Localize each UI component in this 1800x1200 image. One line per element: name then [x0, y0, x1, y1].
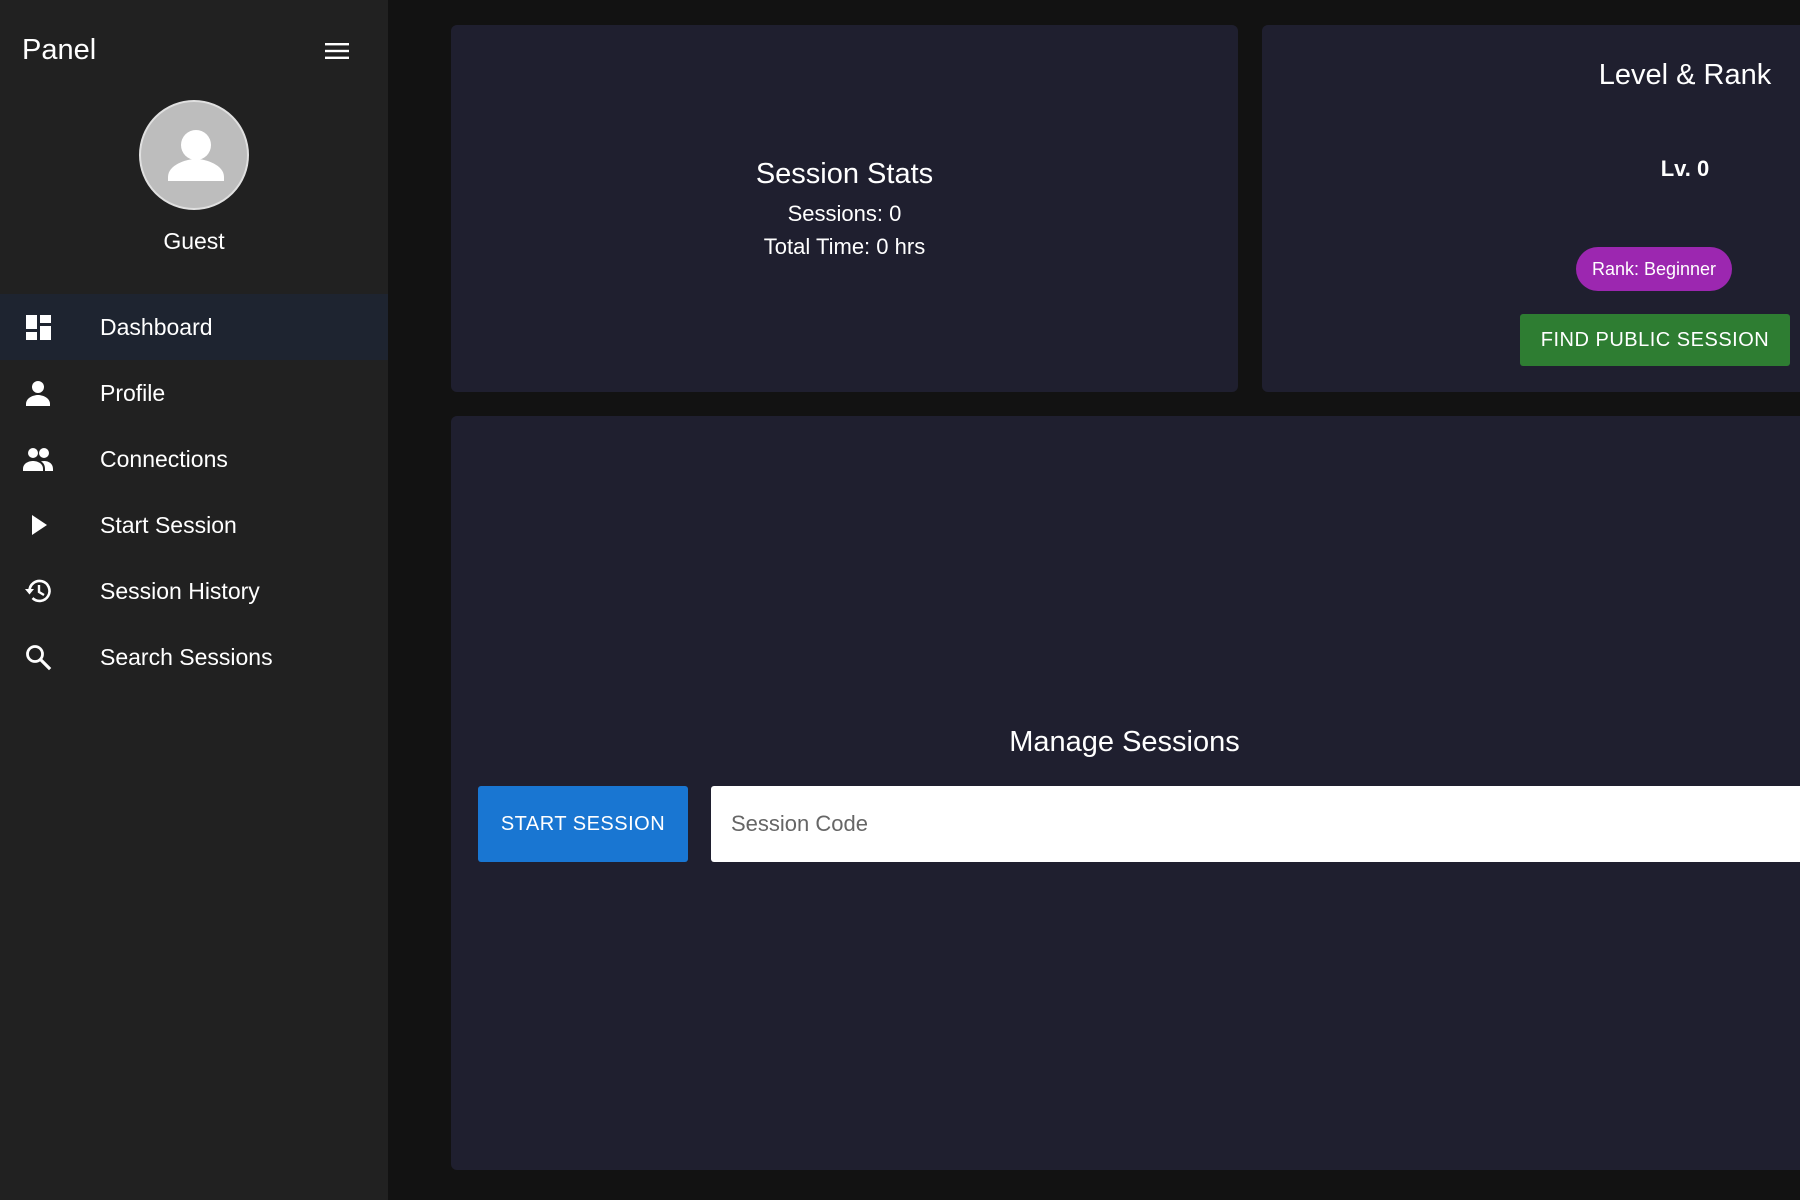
sidebar-item-search-sessions[interactable]: Search Sessions	[0, 624, 388, 690]
sidebar-item-profile[interactable]: Profile	[0, 360, 388, 426]
session-stats-card: Session Stats Sessions: 0 Total Time: 0 …	[451, 25, 1238, 392]
sidebar-nav: Dashboard Profile Connections Start Sess…	[0, 294, 388, 690]
history-icon	[22, 575, 54, 607]
rank-badge: Rank: Beginner	[1576, 247, 1732, 291]
user-name: Guest	[163, 228, 225, 254]
level-rank-title: Level & Rank	[1598, 59, 1772, 91]
sidebar-item-label: Profile	[100, 380, 166, 406]
person-icon	[22, 377, 54, 409]
sidebar-item-dashboard[interactable]: Dashboard	[0, 294, 388, 360]
manage-sessions-title: Manage Sessions	[1009, 726, 1240, 758]
sidebar-item-connections[interactable]: Connections	[0, 426, 388, 492]
play-icon	[22, 509, 54, 541]
sidebar-item-label: Start Session	[100, 512, 237, 538]
sidebar: Panel Guest Dashboard Profile Connection…	[0, 0, 388, 1200]
level-rank-card: Level & Rank Lv. 0 Rank: Beginner FIND P…	[1262, 25, 1800, 392]
sidebar-header: Panel	[0, 0, 388, 100]
session-stats-title: Session Stats	[755, 158, 934, 190]
sidebar-item-start-session[interactable]: Start Session	[0, 492, 388, 558]
person-icon	[168, 130, 224, 181]
people-icon	[22, 443, 54, 475]
level-value: Lv. 0	[1660, 156, 1710, 181]
start-session-button[interactable]: START SESSION	[478, 786, 688, 862]
panel-title: Panel	[22, 34, 97, 66]
sessions-count: Sessions: 0	[787, 201, 902, 226]
avatar[interactable]	[139, 100, 249, 210]
manage-sessions-card: Manage Sessions START SESSION	[451, 416, 1800, 1170]
total-time: Total Time: 0 hrs	[763, 234, 926, 259]
sidebar-item-label: Session History	[100, 578, 260, 604]
menu-icon[interactable]	[322, 38, 352, 64]
sidebar-item-label: Search Sessions	[100, 644, 273, 670]
dashboard-icon	[22, 311, 54, 343]
app-root: Panel Guest Dashboard Profile Connection…	[0, 0, 1800, 1200]
search-icon	[22, 641, 54, 673]
session-code-input[interactable]	[711, 786, 1800, 862]
find-public-session-button[interactable]: FIND PUBLIC SESSION	[1520, 314, 1790, 366]
sidebar-item-label: Connections	[100, 446, 228, 472]
sidebar-item-label: Dashboard	[100, 314, 213, 340]
sidebar-item-session-history[interactable]: Session History	[0, 558, 388, 624]
